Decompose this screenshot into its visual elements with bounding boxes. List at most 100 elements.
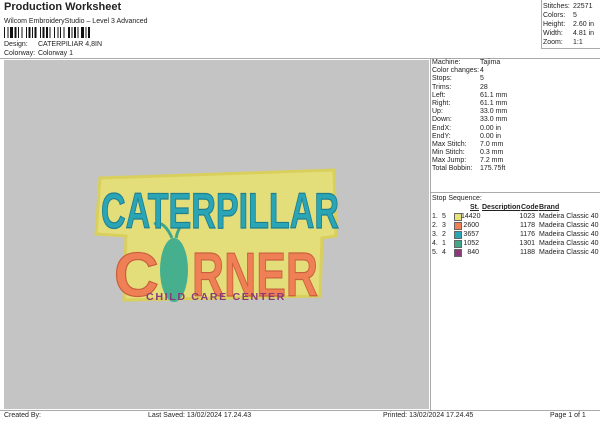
stop-number: 3. — [432, 231, 438, 238]
stop-number: 1. — [432, 213, 438, 220]
info-row: Min Stitch: 0.3 mm — [432, 149, 598, 157]
footer-last-saved: Last Saved: 13/02/2024 17.24.43 — [148, 412, 252, 419]
info-label: Right: — [432, 99, 451, 107]
stat-row: Width: 4.81 in — [543, 30, 595, 37]
info-label: EndX: — [432, 124, 452, 132]
stop-row: 2. 3 2600 1178 Madeira Classic 40 — [432, 221, 599, 230]
colorway-label: Colorway: — [4, 50, 36, 57]
stop-number: 5. — [432, 249, 438, 256]
color-number: 5 — [442, 213, 446, 220]
info-row: Down: 33.0 mm — [432, 116, 598, 124]
info-value: 33.0 mm — [480, 108, 508, 116]
embroidery-artwork: CATERPILLAR C RNER CHILD CARE CENTER — [94, 168, 340, 311]
software-name: Wilcom EmbroideryStudio – Level 3 Advanc… — [4, 18, 148, 25]
stop-number: 2. — [432, 222, 438, 229]
info-row: Left: 61.1 mm — [432, 92, 598, 100]
info-value: 0.3 mm — [480, 149, 504, 157]
colorway-name: Colorway 1 — [37, 50, 73, 57]
header-code: Code — [521, 204, 539, 211]
info-row: Total Bobbin: 175.75ft — [432, 165, 598, 173]
stop-row: 3. 2 3657 1176 Madeira Classic 40 — [432, 230, 599, 239]
stats-divider — [541, 0, 542, 48]
stitch-count: 2600 — [463, 222, 479, 229]
color-number: 2 — [442, 231, 446, 238]
footer-page: Page 1 of 1 — [550, 412, 586, 419]
header-brand: Brand — [539, 204, 560, 211]
info-row: Stops: 5 — [432, 75, 598, 83]
info-value: 7.0 mm — [480, 140, 504, 148]
barcode — [4, 27, 90, 38]
info-label: Up: — [432, 108, 443, 116]
info-row: Max Stitch: 7.0 mm — [432, 141, 598, 149]
thread-code: 1188 — [519, 249, 535, 256]
stop-sequence-header: St. Description Code Brand — [432, 203, 598, 212]
info-label: Color changes: — [432, 67, 480, 75]
stop-row: 4. 1 1052 1301 Madeira Classic 40 — [432, 239, 599, 248]
design-line-caterpillar: CATERPILLAR — [101, 183, 339, 239]
color-number: 1 — [442, 240, 446, 247]
stitch-count: 1052 — [463, 240, 479, 247]
stat-row: Stitches: 22571 — [543, 3, 593, 10]
stats-panel: Stitches: 22571 Colors: 5 Height: 2.60 in W… — [543, 2, 594, 47]
stop-row: 1. 5 14420 1023 Madeira Classic 40 — [432, 212, 599, 221]
info-value: Tajima — [480, 59, 501, 66]
thread-code: 1023 — [519, 213, 535, 220]
stitch-count: 3657 — [463, 231, 479, 238]
info-label: Stops: — [432, 75, 452, 83]
info-row: Machine: Tajima — [432, 59, 598, 67]
info-label: Min Stitch: — [432, 149, 465, 157]
design-name: CATERPILIAR 4,8IN — [37, 41, 103, 48]
header-description: Description — [482, 204, 521, 211]
info-label: Max Jump: — [432, 157, 467, 165]
design-line-child-care-center: CHILD CARE CENTER — [146, 292, 286, 303]
info-label: EndY: — [432, 132, 451, 140]
stats-bottom-rule — [541, 48, 600, 49]
thread-code: 1178 — [519, 222, 535, 229]
info-value: 0.00 in — [480, 132, 502, 140]
info-label: Trims: — [432, 83, 452, 91]
stat-row: Height: 2.60 in — [543, 21, 595, 28]
info-label: Total Bobbin: — [432, 165, 473, 173]
thread-brand: Madeira Classic 40 — [539, 231, 599, 238]
stop-number: 4. — [432, 240, 438, 247]
info-row: Trims: 28 — [432, 84, 598, 92]
thread-brand: Madeira Classic 40 — [539, 240, 599, 247]
design-label: Design: — [4, 41, 28, 48]
info-label: Max Stitch: — [432, 140, 467, 148]
stitch-count: 840 — [467, 249, 479, 256]
stat-row: Zoom: 1:1 — [543, 39, 583, 46]
info-row: EndY: 0.00 in — [432, 133, 598, 141]
info-label: Down: — [432, 116, 452, 124]
info-row: EndX: 0.00 in — [432, 125, 598, 133]
stop-sequence-rows: 1. 5 14420 1023 Madeira Classic 40 2. 3 2600 117… — [432, 212, 599, 257]
design-row: Design: CATERPILIAR 4,8IN — [4, 41, 102, 48]
stat-row: Colors: 5 — [543, 12, 577, 19]
info-row: Max Jump: 7.2 mm — [432, 157, 598, 165]
color-number: 4 — [442, 249, 446, 256]
worksheet-title: Production Worksheet — [4, 1, 122, 13]
info-value: 61.1 mm — [480, 99, 508, 107]
colorway-row: Colorway: Colorway 1 — [4, 50, 73, 57]
info-value: 0.00 in — [480, 124, 502, 132]
panel-divider — [430, 58, 431, 410]
machine-info-panel: Machine: Tajima Color changes:4 Stops: 5 Trim… — [432, 59, 598, 174]
info-value: 33.0 mm — [480, 116, 508, 124]
thread-code: 1176 — [519, 231, 535, 238]
info-label: Left: — [432, 91, 446, 99]
stitch-count: 14420 — [461, 213, 481, 220]
info-value: 61.1 mm — [480, 91, 508, 99]
info-value: 7.2 mm — [480, 157, 504, 165]
design-preview: CATERPILLAR C RNER CHILD CARE CENTER — [4, 60, 429, 409]
info-row: Up: 33.0 mm — [432, 108, 598, 116]
thread-brand: Madeira Classic 40 — [539, 222, 599, 229]
thread-brand: Madeira Classic 40 — [539, 249, 599, 256]
stop-row: 5. 4 840 1188 Madeira Classic 40 — [432, 248, 599, 257]
info-value: 4 — [480, 67, 484, 75]
info-value: 5 — [480, 75, 484, 83]
info-label: Machine: — [432, 59, 461, 66]
info-rule — [430, 192, 600, 193]
footer-rule — [0, 410, 600, 411]
thread-code: 1301 — [519, 240, 535, 247]
info-value: 28 — [480, 83, 488, 91]
color-number: 3 — [442, 222, 446, 229]
